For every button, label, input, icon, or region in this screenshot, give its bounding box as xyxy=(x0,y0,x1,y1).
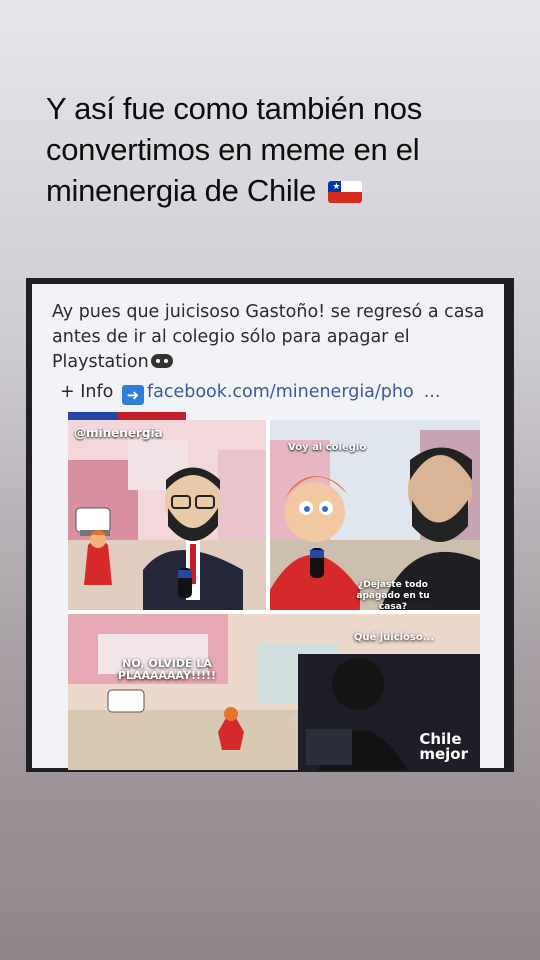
post-text: Ay pues que juicisoso Gastoño! se regres… xyxy=(52,302,485,372)
story-caption: Y así fue como también nos convertimos e… xyxy=(46,88,516,211)
post-link[interactable]: facebook.com/minenergia/pho xyxy=(147,382,414,402)
more-text[interactable]: ... xyxy=(424,382,441,402)
chile-flag-icon: ★ xyxy=(328,181,363,203)
comic-panel-2: Voy al colegio ¿Dejaste todo apagado en … xyxy=(270,420,480,610)
chile-mejor-logo: Chile mejor xyxy=(419,732,468,762)
juicioso-bubble: Qué juicioso... xyxy=(353,632,435,643)
panel-2-tag: Voy al colegio xyxy=(288,442,367,453)
monitor-photo: Ay pues que juicisoso Gastoño! se regres… xyxy=(26,278,514,772)
gamepad-icon xyxy=(150,354,173,368)
panel-1-art xyxy=(68,420,266,610)
brand-line-2: mejor xyxy=(419,745,468,763)
question-bubble: ¿Dejaste todo apagado en tu casa? xyxy=(356,580,430,610)
comic-image: @minenergia Voy al colegio ¿Dejaste todo… xyxy=(68,420,480,770)
post-text-block: Ay pues que juicisoso Gastoño! se regres… xyxy=(52,300,492,375)
caption-text: Y así fue como también nos convertimos e… xyxy=(46,91,422,208)
handle-tag: @minenergia xyxy=(74,426,163,440)
facebook-post-screen: Ay pues que juicisoso Gastoño! se regres… xyxy=(32,284,504,770)
comic-panel-3: NO, OLVIDÉ LA PLAAAAAAY!!!!! Qué juicios… xyxy=(68,614,480,770)
info-label: + Info xyxy=(60,382,114,402)
info-row: + Info ➜ facebook.com/minenergia/pho... xyxy=(60,382,440,405)
shout-bubble: NO, OLVIDÉ LA PLAAAAAAY!!!!! xyxy=(117,657,217,682)
comic-panel-1: @minenergia xyxy=(68,420,266,610)
arrow-right-icon: ➜ xyxy=(121,385,144,405)
